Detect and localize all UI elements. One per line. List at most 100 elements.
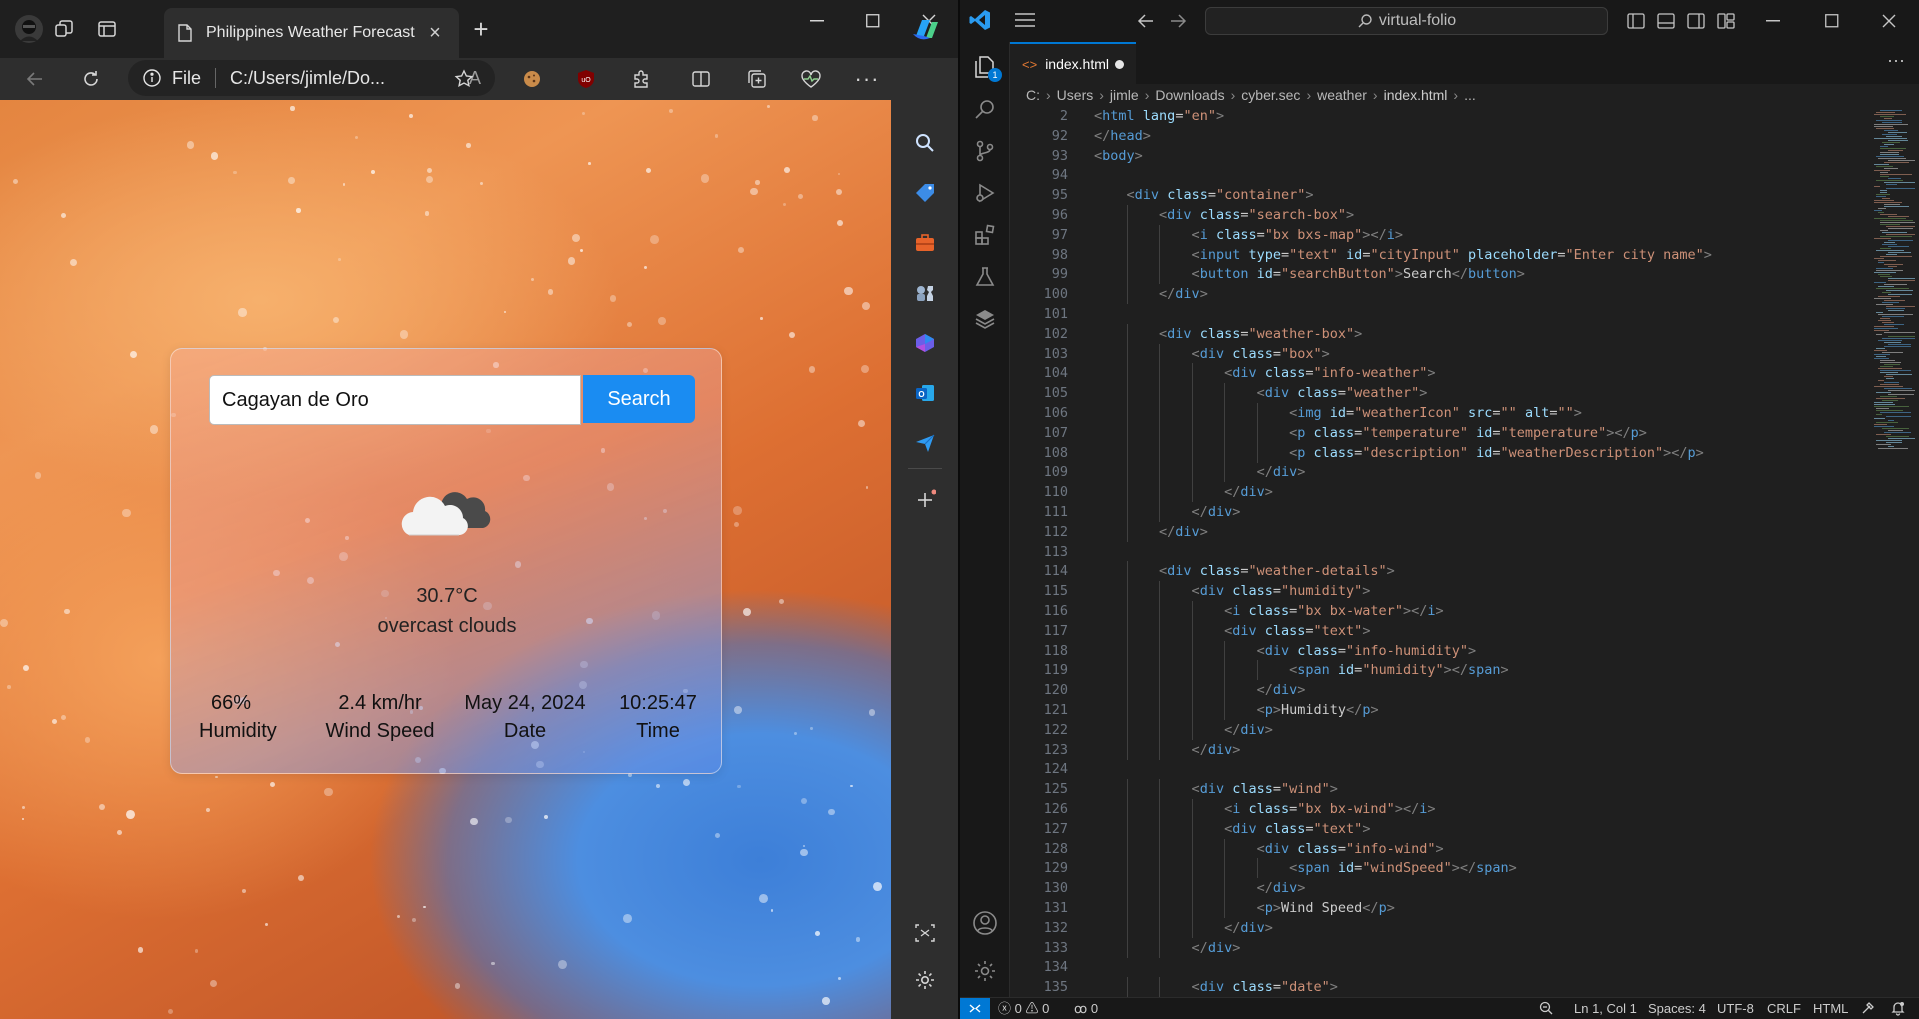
nav-forward-icon[interactable]	[1168, 11, 1188, 31]
code-line[interactable]: 95 <div class="container">	[1010, 185, 1870, 205]
breadcrumb-item[interactable]: Users	[1057, 87, 1094, 103]
info-icon[interactable]	[142, 68, 162, 88]
address-bar[interactable]: File C:/Users/jimle/Do... A	[128, 60, 495, 96]
code-line[interactable]: 120 </div>	[1010, 680, 1870, 701]
layers-stack-icon[interactable]	[968, 302, 1002, 336]
language-mode[interactable]: HTML	[1813, 1000, 1848, 1018]
drop-send-icon[interactable]	[908, 426, 942, 460]
breadcrumb-item[interactable]: ...	[1464, 87, 1476, 103]
testing-flask-icon[interactable]	[968, 260, 1002, 294]
code-line[interactable]: 135 <div class="date">	[1010, 977, 1870, 997]
code-line[interactable]: 114 <div class="weather-details">	[1010, 561, 1870, 582]
code-line[interactable]: 106 <img id="weatherIcon" src="" alt="">	[1010, 403, 1870, 423]
designer-icon[interactable]	[908, 326, 942, 360]
code-line[interactable]: 131 <p>Wind Speed</p>	[1010, 898, 1870, 918]
code-line[interactable]: 118 <div class="info-humidity">	[1010, 640, 1870, 661]
code-line[interactable]: 105 <div class="weather">	[1010, 383, 1870, 404]
refresh-icon[interactable]	[74, 62, 108, 96]
remote-indicator-icon[interactable]	[960, 998, 990, 1019]
browser-essentials-icon[interactable]	[794, 62, 828, 96]
code-line[interactable]: 124	[1010, 759, 1870, 779]
screenshot-icon[interactable]	[908, 916, 942, 950]
code-line[interactable]: 97 <i class="bx bxs-map"></i>	[1010, 224, 1870, 245]
ublock-origin-icon[interactable]: uO	[569, 62, 603, 96]
code-line[interactable]: 129 <span id="windSpeed"></span>	[1010, 858, 1870, 879]
explorer-icon[interactable]: 1	[968, 50, 1002, 84]
vscode-maximize-button[interactable]	[1809, 6, 1855, 36]
search-button[interactable]: Search	[583, 375, 695, 423]
outlook-icon[interactable]: O	[908, 376, 942, 410]
code-line[interactable]: 113	[1010, 542, 1870, 562]
tab-close-icon[interactable]: ×	[425, 22, 445, 45]
vscode-minimize-button[interactable]	[1750, 6, 1796, 36]
extensions-icon[interactable]	[968, 218, 1002, 252]
code-line[interactable]: 99 <button id="searchButton">Search</butt…	[1010, 264, 1870, 285]
breadcrumb-item[interactable]: cyber.sec	[1241, 87, 1300, 103]
code-line[interactable]: 110 </div>	[1010, 482, 1870, 503]
code-line[interactable]: 93 <body>	[1010, 146, 1870, 166]
split-screen-icon[interactable]	[684, 62, 718, 96]
code-line[interactable]: 100 </div>	[1010, 284, 1870, 305]
extensions-puzzle-icon[interactable]	[624, 62, 658, 96]
code-line[interactable]: 126 <i class="bx bx-wind"></i>	[1010, 799, 1870, 819]
manage-gear-icon[interactable]	[968, 954, 1002, 988]
breadcrumb-item[interactable]: jimle	[1110, 87, 1139, 103]
more-options-icon[interactable]: ···	[850, 62, 884, 96]
code-line[interactable]: 127 <div class="text">	[1010, 818, 1870, 839]
code-line[interactable]: 2 <html lang="en">	[1010, 106, 1870, 126]
breadcrumb-item[interactable]: C:	[1026, 87, 1040, 103]
code-line[interactable]: 134	[1010, 957, 1870, 977]
breadcrumb-item[interactable]: weather	[1317, 87, 1367, 103]
city-input[interactable]	[209, 375, 581, 425]
problems-indicator[interactable]: ⓧ 0 ⚠ 0	[998, 1000, 1049, 1018]
customize-layout-icon[interactable]	[1716, 11, 1736, 31]
sidebar-search-icon[interactable]	[908, 126, 942, 160]
tools-briefcase-icon[interactable]	[908, 226, 942, 260]
code-line[interactable]: 128 <div class="info-wind">	[1010, 838, 1870, 859]
back-icon[interactable]	[18, 62, 52, 96]
code-line[interactable]: 112 </div>	[1010, 521, 1870, 542]
line-ending[interactable]: CRLF	[1767, 1000, 1801, 1018]
code-line[interactable]: 117 <div class="text">	[1010, 620, 1870, 641]
vscode-close-button[interactable]	[1866, 6, 1912, 36]
code-line[interactable]: 111 </div>	[1010, 502, 1870, 522]
code-line[interactable]: 96 <div class="search-box">	[1010, 205, 1870, 225]
zoom-icon[interactable]	[1538, 1000, 1554, 1018]
code-editor[interactable]: 2 <html lang="en"> 92 </head> 93 <body> 94 95 <d…	[1010, 106, 1870, 997]
code-line[interactable]: 102 <div class="weather-box">	[1010, 323, 1870, 344]
shopping-tag-icon[interactable]	[908, 176, 942, 210]
code-line[interactable]: 107 <p class="temperature" id="temperatur…	[1010, 422, 1870, 443]
breadcrumb-item[interactable]: Downloads	[1155, 87, 1224, 103]
search-view-icon[interactable]	[968, 92, 1002, 126]
code-line[interactable]: 132 </div>	[1010, 917, 1870, 938]
menu-hamburger-icon[interactable]	[1014, 10, 1036, 30]
code-line[interactable]: 119 <span id="humidity"></span>	[1010, 660, 1870, 681]
code-line[interactable]: 133 </div>	[1010, 937, 1870, 958]
tab-actions-icon[interactable]	[90, 12, 124, 46]
cookie-extension-icon[interactable]	[515, 62, 549, 96]
sidebar-settings-icon[interactable]	[908, 963, 942, 997]
copilot-status-icon[interactable]	[1860, 1000, 1876, 1018]
tab-index-html[interactable]: <> index.html	[1010, 42, 1136, 84]
code-line[interactable]: 121 <p>Humidity</p>	[1010, 700, 1870, 720]
code-line[interactable]: 109 </div>	[1010, 462, 1870, 483]
code-line[interactable]: 115 <div class="humidity">	[1010, 581, 1870, 602]
code-line[interactable]: 116 <i class="bx bx-water"></i>	[1010, 601, 1870, 621]
maximize-button[interactable]	[850, 6, 896, 36]
code-line[interactable]: 94	[1010, 165, 1870, 185]
code-line[interactable]: 125 <div class="wind">	[1010, 779, 1870, 800]
breadcrumb-item[interactable]: index.html	[1384, 87, 1448, 103]
browser-tab-active[interactable]: Philippines Weather Forecast ×	[164, 8, 459, 58]
editor-more-actions-icon[interactable]: ···	[1887, 50, 1905, 71]
minimap[interactable]	[1870, 106, 1919, 997]
toggle-secondary-sidebar-icon[interactable]	[1686, 11, 1706, 31]
run-debug-icon[interactable]	[968, 176, 1002, 210]
encoding[interactable]: UTF-8	[1717, 1000, 1754, 1018]
games-icon[interactable]	[908, 276, 942, 310]
indentation[interactable]: Spaces: 4	[1648, 1000, 1706, 1018]
code-line[interactable]: 130 </div>	[1010, 878, 1870, 899]
add-sidebar-app-icon[interactable]	[908, 483, 942, 517]
code-line[interactable]: 101	[1010, 304, 1870, 324]
favorite-star-icon[interactable]	[447, 62, 481, 96]
source-control-icon[interactable]	[968, 134, 1002, 168]
